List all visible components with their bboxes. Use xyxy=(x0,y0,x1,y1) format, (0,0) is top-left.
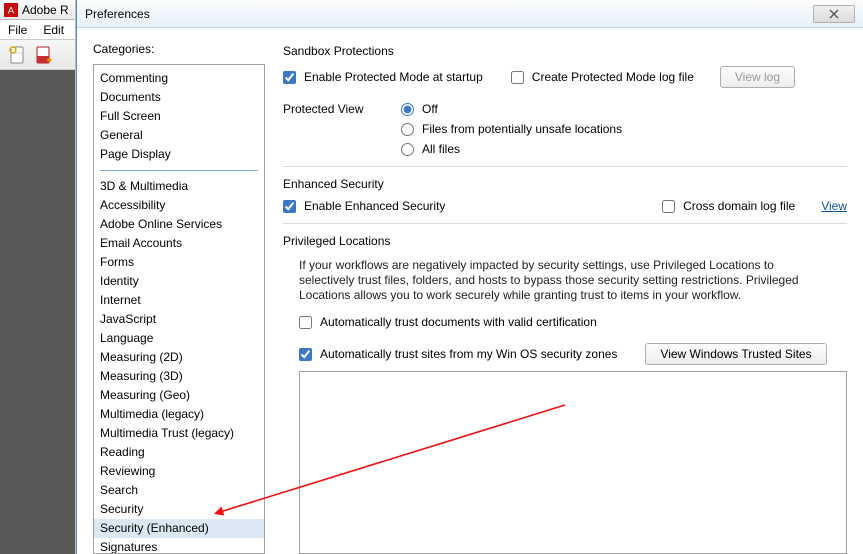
protected-view-off-radio[interactable]: Off xyxy=(401,102,622,116)
privileged-locations-listbox[interactable] xyxy=(299,371,847,554)
app-toolbar xyxy=(0,40,75,70)
category-item[interactable]: Reviewing xyxy=(94,462,264,481)
categories-list[interactable]: CommentingDocumentsFull ScreenGeneralPag… xyxy=(93,64,265,554)
category-item[interactable]: JavaScript xyxy=(94,310,264,329)
category-item[interactable]: Full Screen xyxy=(94,107,264,126)
enable-enhanced-checkbox[interactable]: Enable Enhanced Security xyxy=(283,199,445,213)
group-enhanced: Enhanced Security Enable Enhanced Securi… xyxy=(283,177,847,224)
app-content-behind xyxy=(0,70,75,554)
category-item[interactable]: Search xyxy=(94,481,264,500)
category-item[interactable]: Measuring (2D) xyxy=(94,348,264,367)
menu-edit[interactable]: Edit xyxy=(35,21,72,39)
protected-view-all-radio[interactable]: All files xyxy=(401,142,622,156)
categories-sidebar: Categories: CommentingDocumentsFull Scre… xyxy=(93,42,265,554)
view-link[interactable]: View xyxy=(821,199,847,213)
category-item[interactable]: 3D & Multimedia xyxy=(94,177,264,196)
category-item[interactable]: Multimedia (legacy) xyxy=(94,405,264,424)
svg-text:A: A xyxy=(8,5,15,16)
page-icon[interactable] xyxy=(8,45,28,65)
group-sandbox: Sandbox Protections Enable Protected Mod… xyxy=(283,44,847,167)
category-item[interactable]: Identity xyxy=(94,272,264,291)
app-menubar: File Edit xyxy=(0,20,75,40)
view-log-button[interactable]: View log xyxy=(720,66,795,88)
close-icon xyxy=(829,9,839,19)
category-item[interactable]: Page Display xyxy=(94,145,264,164)
close-button[interactable] xyxy=(813,5,855,23)
category-item[interactable]: Signatures xyxy=(94,538,264,554)
category-item[interactable]: Forms xyxy=(94,253,264,272)
category-item[interactable]: Commenting xyxy=(94,69,264,88)
app-titlebar: A Adobe R xyxy=(0,0,75,20)
category-item[interactable]: Documents xyxy=(94,88,264,107)
category-item[interactable]: Language xyxy=(94,329,264,348)
protected-view-label: Protected View xyxy=(283,102,383,116)
categories-label: Categories: xyxy=(93,42,265,56)
auto-trust-os-checkbox[interactable]: Automatically trust sites from my Win OS… xyxy=(299,347,617,361)
background-window: A Adobe R File Edit xyxy=(0,0,76,554)
category-item[interactable]: Internet xyxy=(94,291,264,310)
cross-domain-log-checkbox[interactable]: Cross domain log file xyxy=(662,199,795,213)
privileged-description: If your workflows are negatively impacte… xyxy=(299,258,819,303)
category-item[interactable]: Measuring (3D) xyxy=(94,367,264,386)
category-item[interactable]: Measuring (Geo) xyxy=(94,386,264,405)
category-item[interactable]: General xyxy=(94,126,264,145)
privileged-title: Privileged Locations xyxy=(283,234,847,248)
enable-protected-mode-checkbox[interactable]: Enable Protected Mode at startup xyxy=(283,70,483,84)
view-windows-trusted-sites-button[interactable]: View Windows Trusted Sites xyxy=(645,343,826,365)
pdf-export-icon[interactable] xyxy=(34,45,54,65)
category-separator xyxy=(100,170,258,171)
category-item[interactable]: Accessibility xyxy=(94,196,264,215)
auto-trust-cert-checkbox[interactable]: Automatically trust documents with valid… xyxy=(299,315,847,329)
create-log-checkbox[interactable]: Create Protected Mode log file xyxy=(511,70,694,84)
enhanced-title: Enhanced Security xyxy=(283,177,847,191)
category-item[interactable]: Multimedia Trust (legacy) xyxy=(94,424,264,443)
preferences-dialog: Preferences Categories: CommentingDocume… xyxy=(76,0,863,554)
dialog-title: Preferences xyxy=(85,7,150,21)
menu-file[interactable]: File xyxy=(0,21,35,39)
app-title: Adobe R xyxy=(22,3,69,17)
protected-view-unsafe-radio[interactable]: Files from potentially unsafe locations xyxy=(401,122,622,136)
category-item[interactable]: Reading xyxy=(94,443,264,462)
category-item[interactable]: Email Accounts xyxy=(94,234,264,253)
sandbox-title: Sandbox Protections xyxy=(283,44,847,58)
adobe-reader-icon: A xyxy=(4,3,18,17)
dialog-titlebar: Preferences xyxy=(77,0,863,28)
category-item[interactable]: Adobe Online Services xyxy=(94,215,264,234)
settings-pane: Sandbox Protections Enable Protected Mod… xyxy=(283,42,847,554)
group-privileged: Privileged Locations If your workflows a… xyxy=(283,234,847,554)
category-item[interactable]: Security (Enhanced) xyxy=(94,519,264,538)
category-item[interactable]: Security xyxy=(94,500,264,519)
